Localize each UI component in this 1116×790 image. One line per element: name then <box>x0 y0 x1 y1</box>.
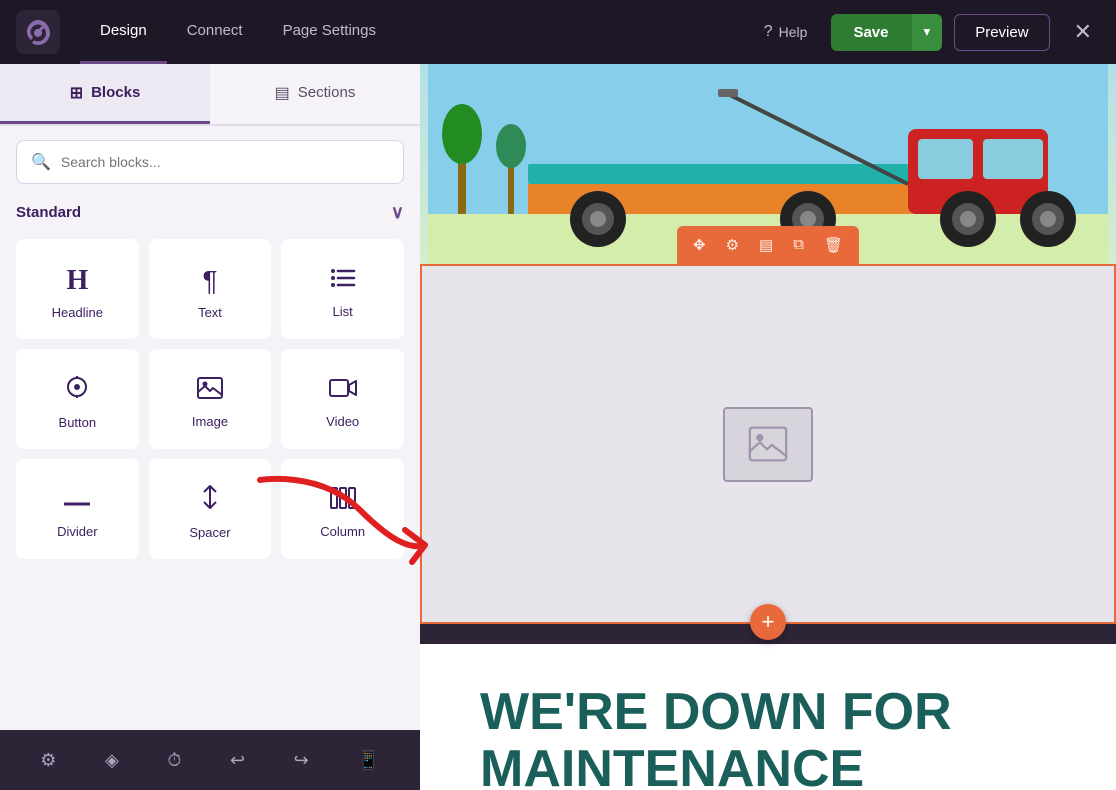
spacer-icon <box>199 484 221 517</box>
chevron-down-icon[interactable]: ∨ <box>391 202 404 223</box>
block-button[interactable]: Button <box>16 349 139 449</box>
delete-toolbar-icon[interactable]: 🗑 <box>818 232 849 258</box>
save-button-group: Save ▾ <box>831 14 942 51</box>
selected-block[interactable]: + <box>420 264 1116 624</box>
chevron-down-icon: ▾ <box>924 24 931 39</box>
divider-icon <box>64 485 90 516</box>
search-area: 🔍 <box>0 126 420 192</box>
settings-icon[interactable]: ⚙ <box>40 750 56 771</box>
top-navigation: Design Connect Page Settings ? Help Save… <box>0 0 1116 64</box>
undo-icon[interactable]: ↩ <box>230 750 245 771</box>
tab-blocks[interactable]: ⊞ Blocks <box>0 64 210 124</box>
search-icon: 🔍 <box>31 152 51 172</box>
list-icon <box>330 265 356 296</box>
save-dropdown-button[interactable]: ▾ <box>911 14 943 51</box>
nav-tabs: Design Connect Page Settings <box>80 0 752 64</box>
close-button[interactable]: ✕ <box>1066 11 1100 53</box>
headline-icon: H <box>66 265 88 297</box>
canvas: ✥ ⚙ ▤ ⧉ 🗑 + <box>420 64 1116 790</box>
save-button[interactable]: Save <box>831 14 910 51</box>
copy-toolbar-icon[interactable]: ⧉ <box>787 232 810 258</box>
text-icon: ¶ <box>202 265 217 297</box>
standard-section-label: Standard ∨ <box>0 192 420 231</box>
nav-tab-page-settings[interactable]: Page Settings <box>263 0 396 64</box>
block-list[interactable]: List <box>281 239 404 339</box>
block-headline[interactable]: H Headline <box>16 239 139 339</box>
search-box: 🔍 <box>16 140 404 184</box>
truck-section: ✥ ⚙ ▤ ⧉ 🗑 <box>420 64 1116 264</box>
main-layout: ⊞ Blocks ▤ Sections 🔍 Standard ∨ H <box>0 64 1116 790</box>
mobile-preview-icon[interactable]: 📱 <box>357 750 379 771</box>
block-video[interactable]: Video <box>281 349 404 449</box>
sidebar-bottom-toolbar: ⚙ ◈ ⏱ ↩ ↪ 📱 <box>0 730 420 790</box>
search-input[interactable] <box>61 154 389 170</box>
move-icon[interactable]: ✥ <box>687 232 712 258</box>
blocks-tab-icon: ⊞ <box>70 83 83 103</box>
redo-icon[interactable]: ↪ <box>294 750 309 771</box>
image-placeholder <box>723 407 813 482</box>
add-block-button[interactable]: + <box>750 604 786 640</box>
block-text[interactable]: ¶ Text <box>149 239 272 339</box>
block-divider[interactable]: Divider <box>16 459 139 559</box>
nav-tab-design[interactable]: Design <box>80 0 167 64</box>
nav-tab-connect[interactable]: Connect <box>167 0 263 64</box>
maintenance-title-line1: WE'RE DOWN FOR <box>480 684 1056 741</box>
sidebar-tabs: ⊞ Blocks ▤ Sections <box>0 64 420 126</box>
canvas-inner: ✥ ⚙ ▤ ⧉ 🗑 + <box>420 64 1116 790</box>
save-toolbar-icon[interactable]: ▤ <box>753 232 779 258</box>
help-button[interactable]: ? Help <box>752 15 820 49</box>
video-icon <box>329 375 357 406</box>
block-image[interactable]: Image <box>149 349 272 449</box>
history-icon[interactable]: ⏱ <box>167 750 181 771</box>
button-icon <box>64 374 90 407</box>
tab-sections[interactable]: ▤ Sections <box>210 64 420 124</box>
help-icon: ? <box>764 23 773 41</box>
image-icon <box>197 375 223 406</box>
column-icon <box>330 485 356 516</box>
preview-button[interactable]: Preview <box>954 14 1049 51</box>
nav-right-actions: ? Help Save ▾ Preview ✕ <box>752 11 1100 53</box>
bottom-text-section: WE'RE DOWN FOR MAINTENANCE <box>420 644 1116 790</box>
sidebar: ⊞ Blocks ▤ Sections 🔍 Standard ∨ H <box>0 64 420 790</box>
settings-toolbar-icon[interactable]: ⚙ <box>720 232 745 258</box>
sections-tab-icon: ▤ <box>275 83 290 103</box>
float-toolbar: ✥ ⚙ ▤ ⧉ 🗑 <box>677 226 859 264</box>
maintenance-title-line2: MAINTENANCE <box>480 741 1056 790</box>
logo <box>16 10 60 54</box>
block-column[interactable]: Column <box>281 459 404 559</box>
block-spacer[interactable]: Spacer <box>149 459 272 559</box>
layers-icon[interactable]: ◈ <box>105 750 119 771</box>
blocks-grid: H Headline ¶ Text <box>0 231 420 567</box>
